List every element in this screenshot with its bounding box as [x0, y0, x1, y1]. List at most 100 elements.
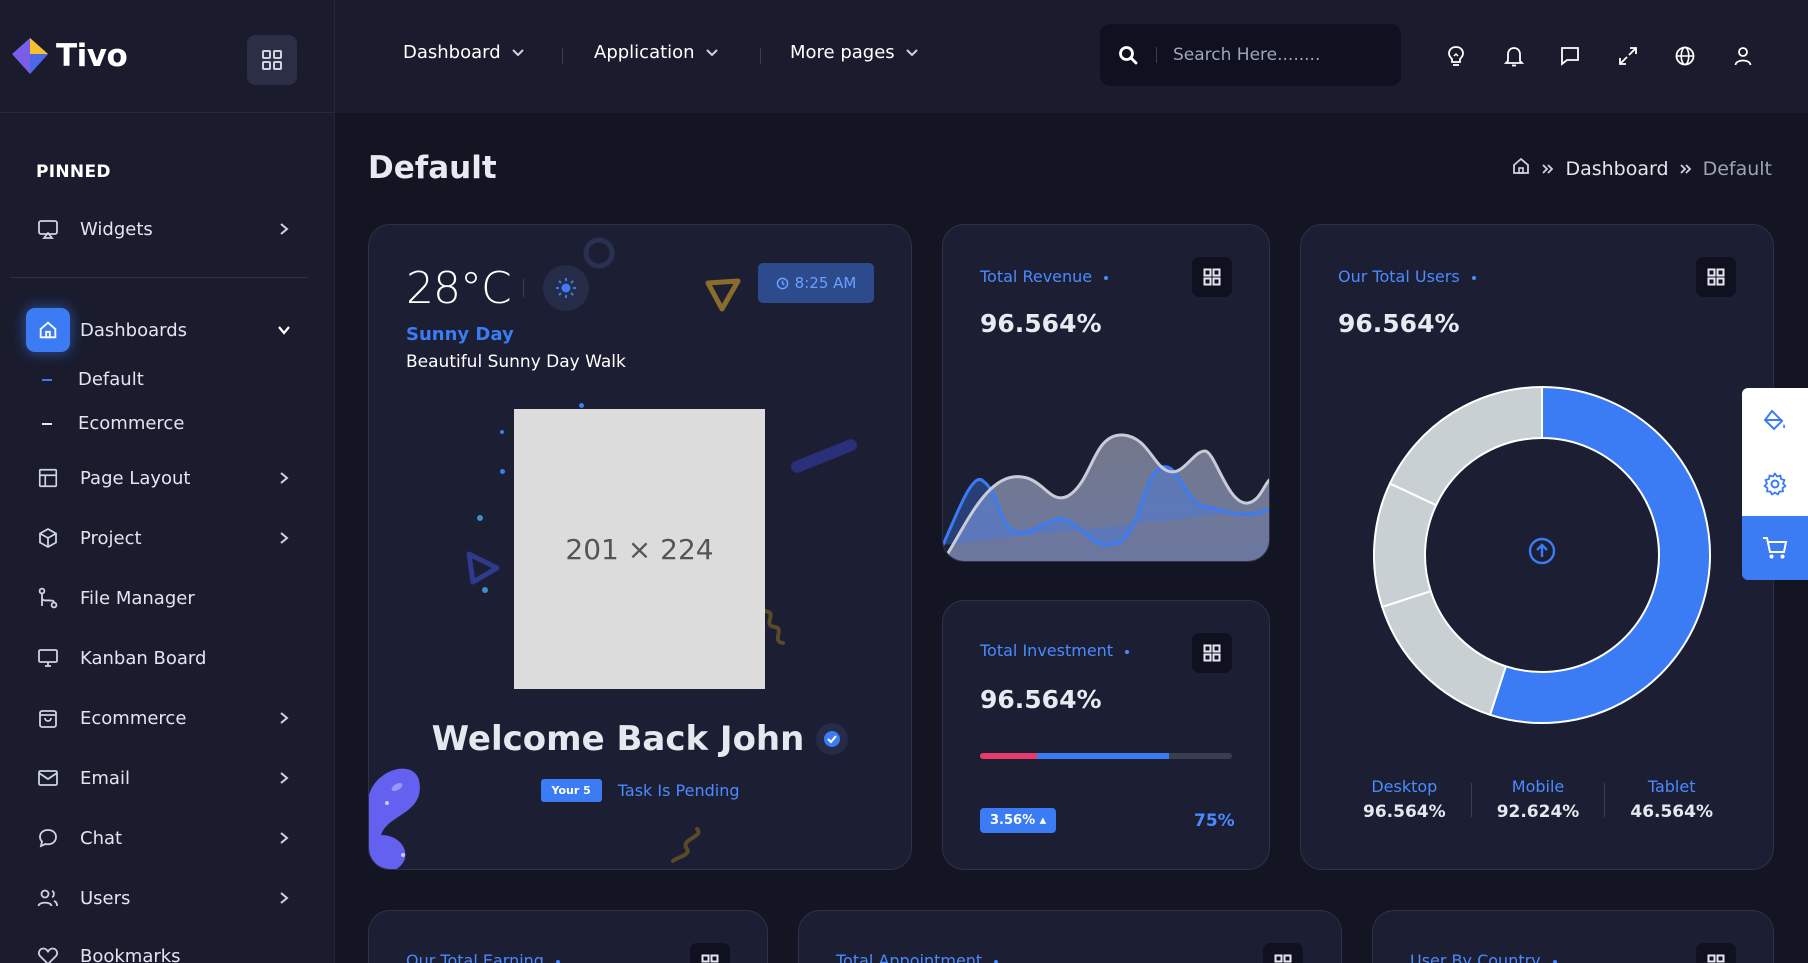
users-card: Our Total Users 96.564% Desktop 96.564% …	[1300, 224, 1774, 870]
investment-value: 96.564%	[980, 685, 1102, 714]
menu-dashboard[interactable]: Dashboard	[393, 39, 525, 69]
logo-text: Tivo	[56, 38, 128, 74]
menu-more-pages[interactable]: More pages	[780, 39, 919, 69]
sidebar-subitem-ecommerce[interactable]: Ecommerce	[42, 413, 184, 434]
sidebar-item-page-layout[interactable]: Page Layout	[24, 456, 294, 500]
time-text: 8:25 AM	[794, 274, 857, 292]
card-menu-button[interactable]	[1696, 943, 1736, 963]
gear-icon	[1763, 472, 1787, 496]
chevron-down-icon	[274, 325, 294, 335]
card-menu-button[interactable]	[1192, 257, 1232, 297]
card-menu-button[interactable]	[1696, 257, 1736, 297]
stat-value: 92.624%	[1496, 802, 1580, 822]
home-icon[interactable]	[1511, 156, 1531, 181]
bar-decoration	[789, 437, 859, 475]
revenue-card: Total Revenue 96.564%	[942, 224, 1270, 562]
logo-row: Tivo	[0, 0, 334, 113]
sidebar-item-kanban-board[interactable]: Kanban Board	[24, 636, 294, 680]
settings-button[interactable]	[1742, 452, 1808, 516]
sidebar-item-label: Users	[80, 887, 131, 909]
donut-slice	[1388, 385, 1543, 507]
top-header: Dashboard Application More pages	[335, 0, 1808, 113]
sidebar-item-label: Email	[80, 767, 130, 789]
grid-icon	[1203, 268, 1221, 286]
sidebar-item-label: Chat	[80, 827, 123, 849]
menu-label: Dashboard	[393, 39, 501, 69]
sidebar-item-file-manager[interactable]: File Manager	[24, 576, 294, 620]
git-branch-icon	[24, 576, 72, 620]
welcome-card: 28°C 8:25 AM Sunny Day Beautiful Sunny D…	[368, 224, 912, 870]
triangle-decoration-icon	[705, 278, 741, 312]
menu-separator	[562, 48, 563, 64]
menu-application[interactable]: Application	[584, 39, 719, 69]
dash-icon	[42, 378, 52, 381]
page-title: Default	[368, 150, 497, 186]
breadcrumb: Dashboard Default	[1511, 156, 1772, 181]
search-input[interactable]	[1173, 45, 1373, 65]
home-icon-wrapper	[24, 308, 72, 352]
sidebar-item-project[interactable]: Project	[24, 516, 294, 560]
dash-icon	[42, 422, 52, 425]
progress-fill-blue	[1036, 753, 1169, 759]
grid-icon	[1203, 644, 1221, 662]
message-icon[interactable]	[1556, 42, 1584, 70]
sidebar-item-label: File Manager	[80, 587, 195, 609]
cart-button[interactable]	[1742, 516, 1808, 580]
shopping-bag-icon	[24, 696, 72, 740]
dot-decoration	[579, 403, 584, 408]
users-value: 96.564%	[1338, 309, 1460, 338]
desktop-icon	[24, 636, 72, 680]
logo[interactable]: Tivo	[8, 34, 128, 78]
investment-change-badge: 3.56% ▴	[980, 808, 1057, 833]
chevron-right-icon	[274, 831, 294, 845]
fullscreen-icon[interactable]	[1614, 42, 1642, 70]
chevron-down-icon	[905, 48, 918, 56]
sidebar-item-chat[interactable]: Chat	[24, 816, 294, 860]
box-icon	[24, 516, 72, 560]
card-title-text: Our Total Earning	[406, 951, 544, 963]
globe-icon[interactable]	[1671, 42, 1699, 70]
card-title: Total Revenue	[980, 263, 1117, 290]
weather-label: Sunny Day	[406, 324, 514, 345]
bell-icon[interactable]	[1500, 42, 1528, 70]
breadcrumb-item[interactable]: Dashboard	[1565, 158, 1668, 180]
double-chevron-icon	[1679, 158, 1693, 180]
sidebar-subitem-label: Ecommerce	[78, 413, 185, 434]
stat-value: 96.564%	[1363, 802, 1446, 822]
dot-decoration	[500, 469, 505, 474]
search-divider	[1156, 47, 1157, 63]
card-menu-button[interactable]	[1192, 633, 1232, 673]
chevron-right-icon	[274, 771, 294, 785]
investment-card: Total Investment 96.564% 3.56% ▴ 75%	[942, 600, 1270, 870]
sidebar-item-bookmarks[interactable]: Bookmarks	[24, 934, 294, 963]
sidebar-item-widgets[interactable]: Widgets	[24, 207, 294, 251]
card-title: Total Investment	[980, 637, 1138, 664]
sidebar-item-label: Kanban Board	[80, 647, 207, 669]
search-icon[interactable]	[1100, 45, 1156, 65]
chevron-right-icon	[274, 222, 294, 236]
sidebar-item-ecommerce[interactable]: Ecommerce	[24, 696, 294, 740]
sidebar-item-email[interactable]: Email	[24, 756, 294, 800]
sidebar-item-dashboards[interactable]: Dashboards	[24, 308, 294, 352]
user-icon[interactable]	[1729, 42, 1757, 70]
card-menu-button[interactable]	[690, 943, 730, 963]
sun-icon	[543, 265, 589, 311]
card-title-text: User By Country	[1410, 951, 1541, 963]
lightbulb-icon[interactable]	[1442, 42, 1470, 70]
sidebar-item-label: Bookmarks	[80, 945, 181, 963]
task-row: Your 5 Task Is Pending	[369, 779, 911, 802]
arrow-up-circle-icon	[1528, 537, 1556, 565]
sidebar-item-users[interactable]: Users	[24, 876, 294, 920]
card-title: Our Total Earning	[406, 947, 568, 963]
sidebar-item-label: Page Layout	[80, 467, 191, 489]
card-menu-button[interactable]	[1263, 943, 1303, 963]
sidebar-subitem-default[interactable]: Default	[42, 369, 144, 390]
country-card: User By Country	[1372, 910, 1774, 963]
task-status-link[interactable]: Task Is Pending	[618, 781, 740, 800]
dot-decoration	[500, 430, 504, 434]
theme-paint-button[interactable]	[1742, 388, 1808, 452]
squiggle-decoration-icon	[671, 827, 701, 863]
stat-desktop: Desktop 96.564%	[1338, 777, 1471, 822]
sidebar-toggle-button[interactable]	[247, 35, 297, 85]
grid-icon	[1707, 954, 1725, 963]
